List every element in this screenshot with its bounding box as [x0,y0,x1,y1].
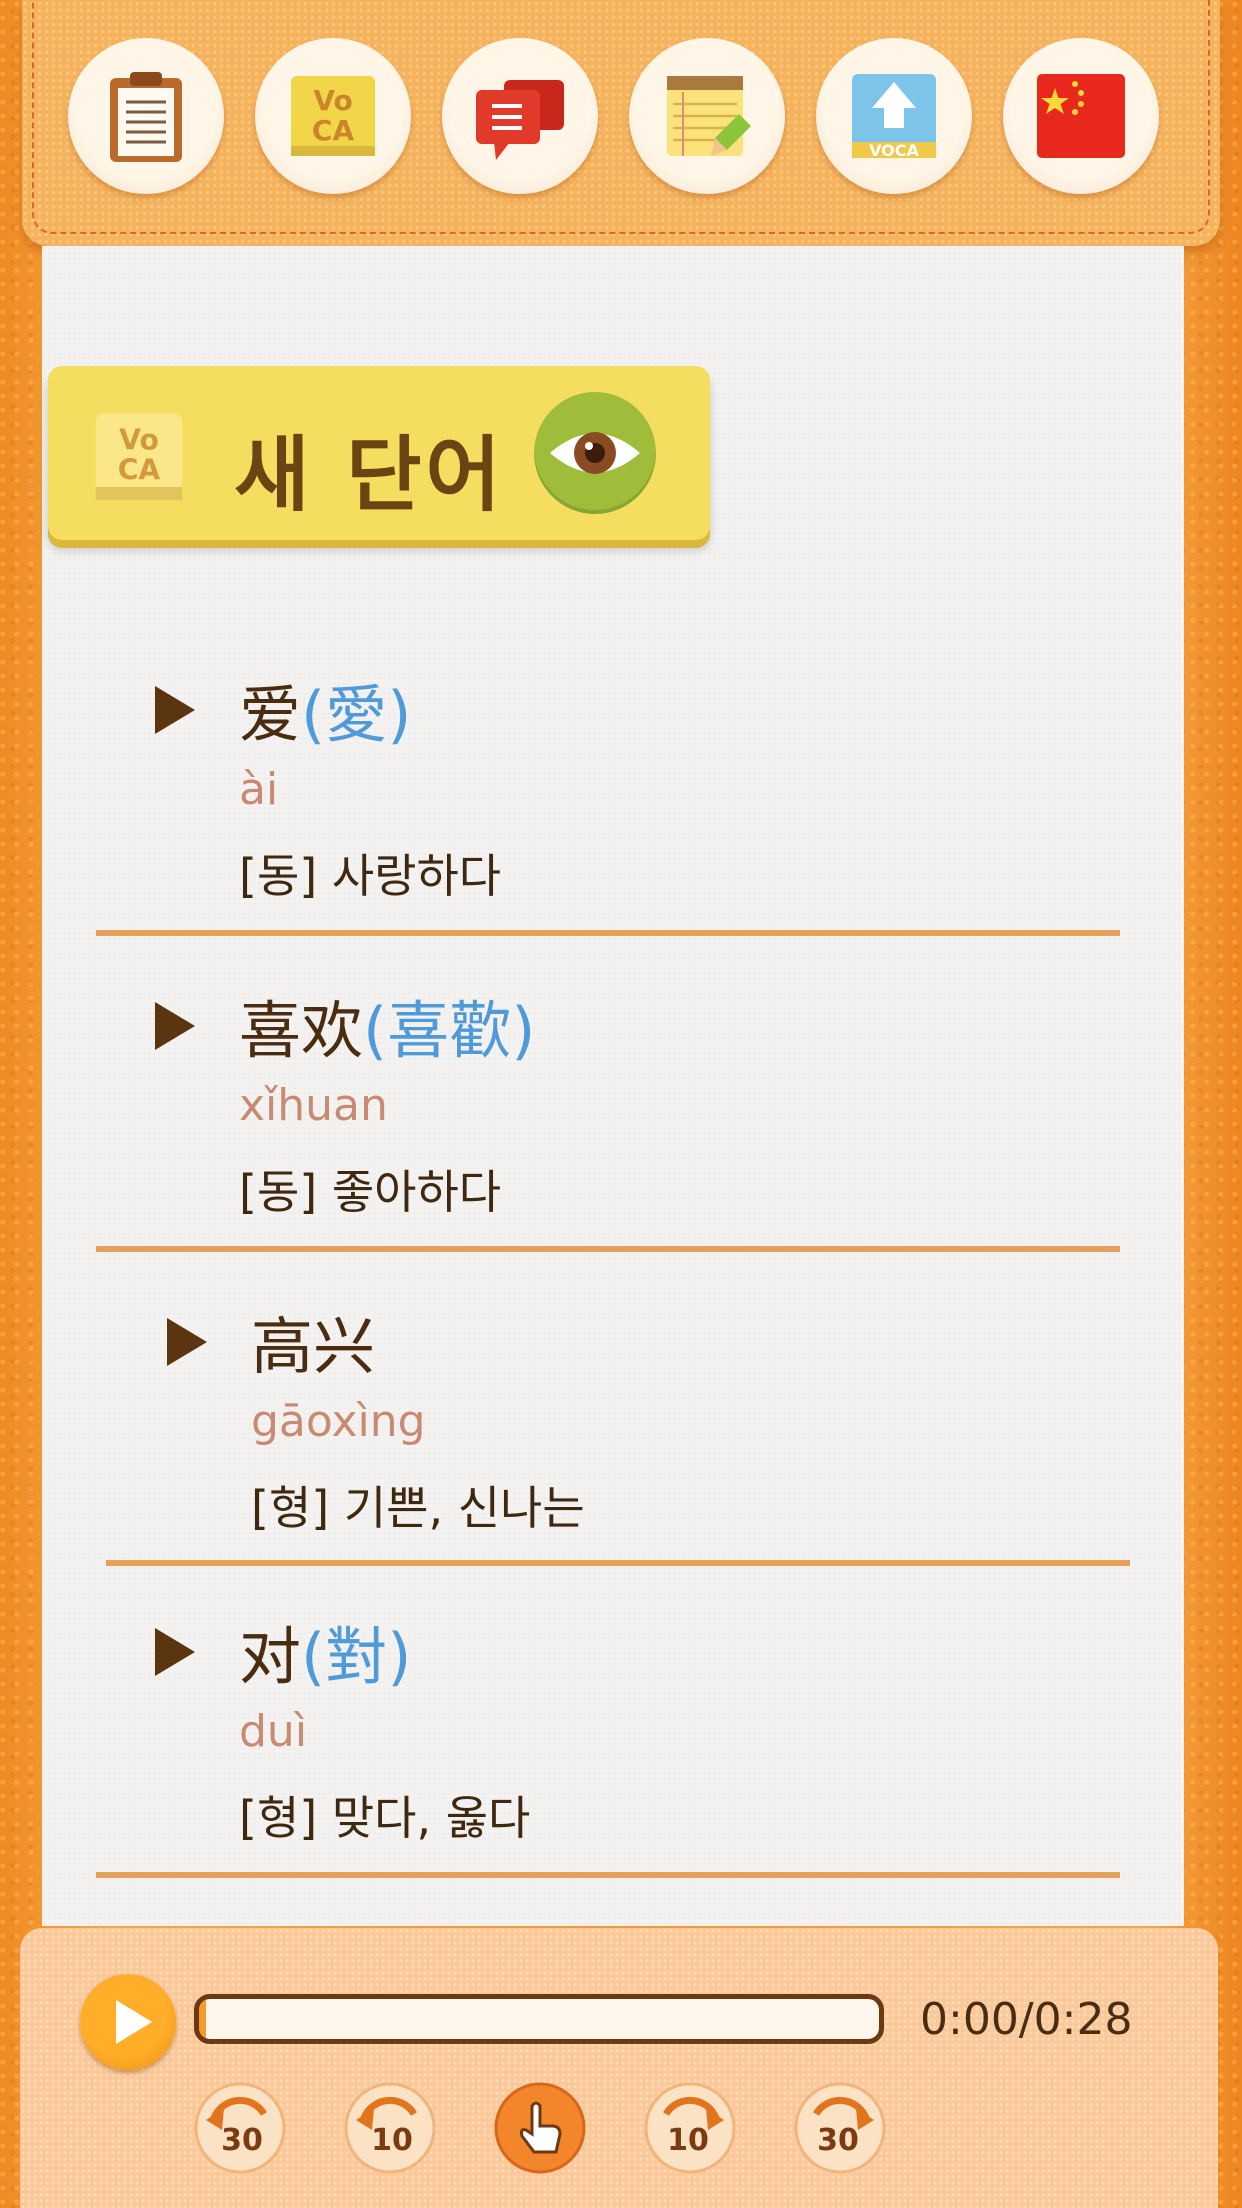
voca-upload-button[interactable]: VOCA [816,38,972,194]
play-arrow-icon[interactable] [155,686,195,734]
word-meaning: [형] 기쁜, 신나는 [251,1481,585,1535]
svg-text:30: 30 [221,2123,263,2158]
notepad-pencil-icon [667,76,751,156]
eye-icon [550,432,640,474]
forward-10-button[interactable]: 10 [642,2078,738,2174]
play-button[interactable] [80,1974,176,2070]
china-flag-button[interactable] [1003,38,1159,194]
play-arrow-icon[interactable] [155,1628,195,1676]
svg-text:CA: CA [312,114,355,147]
word-pinyin: xǐhuan [239,1080,388,1131]
audio-player: 0:00/0:28 30 10 10 30 [20,1928,1218,2208]
word-meaning: [동] 좋아하다 [239,1165,502,1219]
section-header: Vo CA 새 단어 [48,366,710,540]
clipboard-icon [110,72,182,162]
speech-bubble-icon [476,80,564,160]
svg-text:30: 30 [817,2123,859,2158]
page-title: 새 단어 [234,428,505,523]
svg-text:10: 10 [371,2123,413,2158]
svg-text:Vo: Vo [313,84,352,117]
clipboard-button[interactable] [68,38,224,194]
svg-text:CA: CA [118,454,161,487]
svg-text:Vo: Vo [119,423,159,456]
word-hanzi: 喜欢(喜歡) [239,994,536,1067]
china-flag-icon [1037,74,1125,158]
word-pinyin: duì [239,1706,308,1757]
progress-bar[interactable] [194,1994,884,2044]
word-meaning: [동] 사랑하다 [239,849,502,903]
word-traditional: (對) [301,1620,412,1693]
time-readout: 0:00/0:28 [920,1994,1133,2045]
forward-30-button[interactable]: 30 [792,2078,888,2174]
chat-button[interactable] [442,38,598,194]
voca-icon: Vo CA [291,76,375,156]
word-traditional: (愛) [301,678,412,751]
divider [96,1872,1120,1878]
divider [96,930,1120,936]
rewind-10-button[interactable]: 10 [342,2078,438,2174]
voca-button[interactable]: Vo CA [255,38,411,194]
play-arrow-icon[interactable] [155,1002,195,1050]
word-hanzi: 对(對) [239,1620,412,1693]
play-arrow-icon[interactable] [167,1318,207,1366]
touch-mode-button[interactable] [492,2078,588,2174]
word-meaning: [형] 맞다, 옳다 [239,1791,531,1845]
svg-text:10: 10 [667,2123,709,2158]
voca-upload-icon: VOCA [852,74,936,160]
voca-icon: Vo CA [95,413,183,501]
eye-toggle-button[interactable] [534,392,656,514]
word-pinyin: gāoxìng [251,1396,426,1447]
word-hanzi: 高兴 [251,1310,376,1383]
word-pinyin: ài [239,764,279,815]
word-hanzi: 爱(愛) [239,678,412,751]
progress-fill [199,1999,206,2039]
notepad-button[interactable] [629,38,785,194]
svg-text:VOCA: VOCA [869,141,919,160]
divider [96,1246,1120,1252]
word-traditional: (喜歡) [363,994,536,1067]
top-toolbar: Vo CA VOCA [22,0,1220,246]
divider [106,1560,1130,1566]
play-icon [116,2000,152,2044]
rewind-30-button[interactable]: 30 [192,2078,288,2174]
